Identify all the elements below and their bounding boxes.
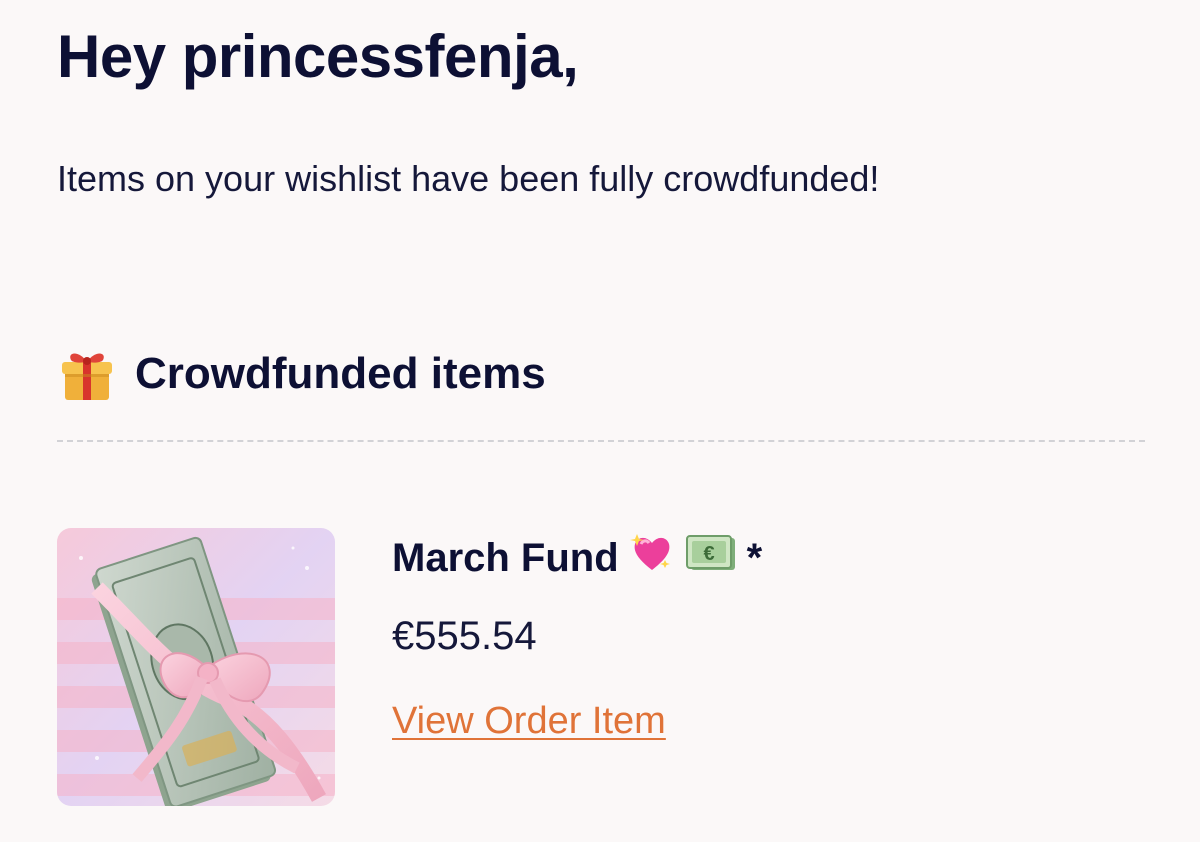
item-name: March Fund — [392, 535, 619, 580]
section-divider — [57, 440, 1145, 442]
section-header: Crowdfunded items — [57, 344, 546, 404]
sparkling-heart-icon — [629, 530, 675, 586]
item-price: €555.54 — [392, 614, 537, 658]
gift-icon — [57, 344, 117, 404]
section-title: Crowdfunded items — [135, 349, 546, 398]
item-image[interactable] — [57, 528, 335, 806]
greeting-heading: Hey princessfenja, — [57, 23, 579, 90]
view-order-item-link[interactable]: View Order Item — [392, 700, 666, 743]
intro-text: Items on your wishlist have been fully c… — [57, 158, 880, 199]
item-name-suffix: * — [746, 535, 763, 580]
svg-text:€: € — [703, 543, 714, 565]
item-name-row: March Fund € * — [392, 532, 762, 584]
item-info: March Fund € * €555.54 View Order Item — [392, 532, 762, 742]
euro-banknote-icon: € — [685, 530, 737, 586]
